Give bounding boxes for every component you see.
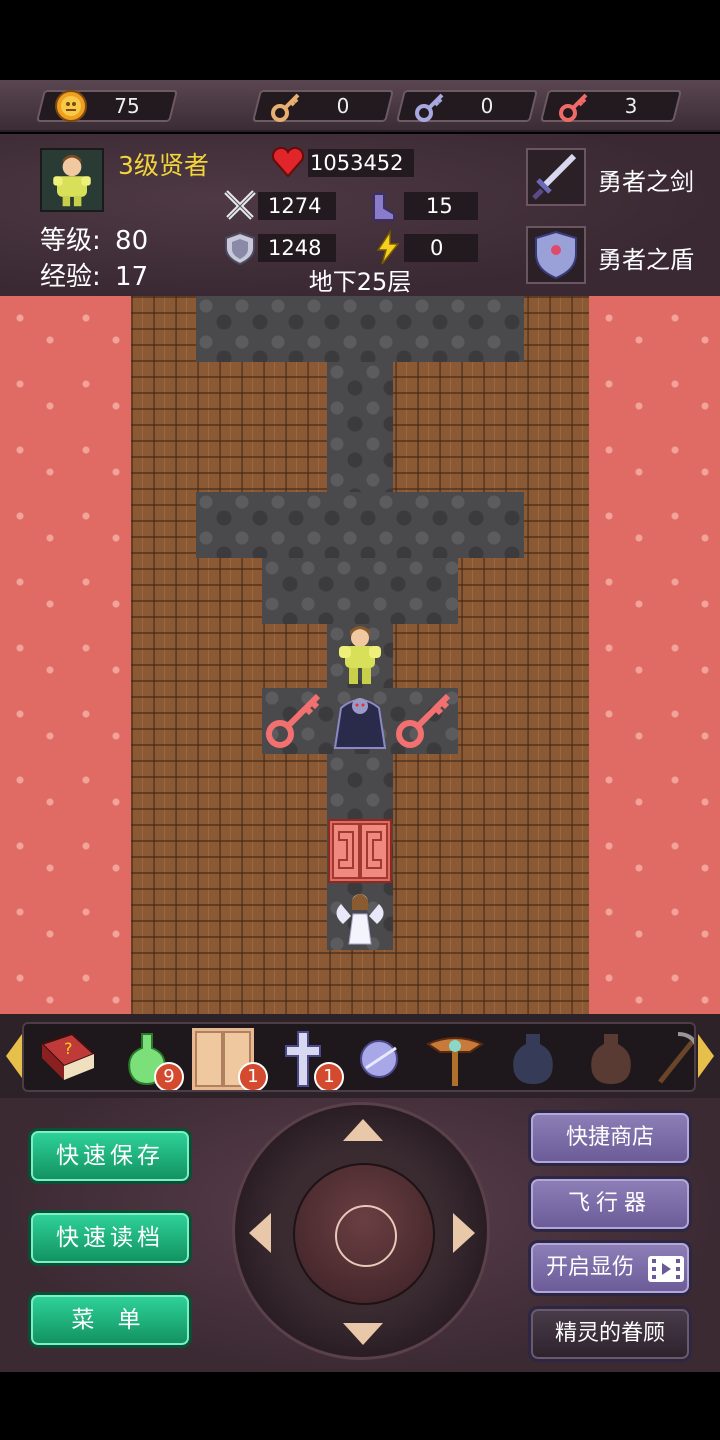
gold-counter: 75 <box>36 90 178 122</box>
item-bar: ? 9 1 1 <box>0 1014 720 1098</box>
stone-path <box>196 296 524 362</box>
stone-path <box>327 362 393 492</box>
red-key-icon <box>559 93 588 122</box>
level-value: 80 <box>115 226 149 256</box>
red-book-icon: ? <box>40 1032 96 1080</box>
magic-defense-value: 15 <box>404 192 478 220</box>
hero-stats-panel: 3级贤者 等级: 80 经验: 17 1053452 1274 15 1248 … <box>0 134 720 296</box>
down-arrow-icon[interactable] <box>343 1323 383 1345</box>
show-damage-label: 开启显伤 <box>545 1255 634 1280</box>
joystick-center-ring <box>335 1205 397 1267</box>
weapon-name: 勇者之剑 <box>598 168 694 196</box>
item-slot[interactable] <box>348 1028 410 1090</box>
item-scroll-right-arrow[interactable] <box>698 1034 714 1078</box>
blue-key-counter: 0 <box>396 90 538 122</box>
svg-text:?: ? <box>64 1039 73 1058</box>
menu-button[interactable]: 菜 单 <box>28 1292 192 1348</box>
level-label: 等级: <box>40 226 101 256</box>
brown-vase-icon <box>591 1034 631 1084</box>
energy-value: 0 <box>404 234 478 262</box>
item-slot[interactable] <box>424 1028 486 1090</box>
quick-shop-button[interactable]: 快捷商店 <box>528 1110 692 1166</box>
item-slot[interactable] <box>654 1028 694 1090</box>
red-key-counter: 3 <box>540 90 682 122</box>
lava-wall-left <box>0 296 131 1014</box>
joystick-knob[interactable] <box>293 1163 435 1305</box>
resource-bar: 75 0 0 3 <box>0 80 720 132</box>
item-scroll-left-arrow[interactable] <box>6 1034 22 1078</box>
direction-pad[interactable] <box>232 1102 490 1360</box>
item-slot[interactable]: ? <box>36 1028 98 1090</box>
fairy-blessing-button[interactable]: 精灵的眷顾 <box>528 1306 692 1362</box>
sword-icon <box>532 153 577 200</box>
item-count-badge: 9 <box>154 1062 184 1090</box>
winged-staff-icon <box>425 1037 485 1086</box>
item-count-badge: 1 <box>314 1062 344 1090</box>
level-row: 等级: 80 <box>40 220 148 257</box>
left-arrow-icon[interactable] <box>249 1213 271 1253</box>
red-key-icon <box>266 693 321 748</box>
hero-title: 3级贤者 <box>118 151 209 180</box>
defense-value: 1248 <box>258 234 336 262</box>
bottom-letterbox <box>0 1372 720 1440</box>
yellow-key-icon <box>271 93 300 122</box>
vampire-monster-icon <box>333 698 387 749</box>
shield-slot[interactable] <box>526 226 586 284</box>
item-slot[interactable]: 1 <box>272 1028 344 1090</box>
blue-key-value: 0 <box>480 94 494 118</box>
exp-value: 17 <box>115 262 149 292</box>
dark-vase-icon <box>513 1034 553 1084</box>
exp-row: 经验: 17 <box>40 256 148 293</box>
blue-key-icon <box>415 93 444 122</box>
attack-value: 1274 <box>258 192 336 220</box>
hero-portrait <box>40 148 104 212</box>
exp-label: 经验: <box>40 262 101 292</box>
stone-path <box>262 558 458 624</box>
show-damage-button[interactable]: 开启显伤 <box>528 1240 692 1296</box>
weapon-slot[interactable] <box>526 148 586 206</box>
hero-sprite-icon <box>339 626 381 684</box>
item-slot[interactable]: 1 <box>192 1028 268 1090</box>
gold-value: 75 <box>114 94 140 118</box>
flyer-button[interactable]: 飞行器 <box>528 1176 692 1232</box>
lava-wall-right <box>589 296 720 1014</box>
pickaxe-icon <box>658 1032 694 1084</box>
shield-name: 勇者之盾 <box>598 246 694 274</box>
quick-load-button[interactable]: 快速读档 <box>28 1210 192 1266</box>
item-slot[interactable] <box>502 1028 564 1090</box>
fairy-npc-icon <box>336 894 384 945</box>
item-slot[interactable]: 9 <box>116 1028 184 1090</box>
lightning-icon <box>376 230 400 265</box>
hp-value: 1053452 <box>308 149 414 177</box>
top-letterbox <box>0 0 720 80</box>
hero-avatar-icon <box>53 154 91 207</box>
stone-path <box>196 492 524 558</box>
attack-swords-icon <box>224 190 256 220</box>
defense-shield-icon <box>225 231 255 266</box>
gold-coin-icon <box>55 90 87 122</box>
shield-icon <box>535 230 577 280</box>
item-strip: ? 9 1 1 <box>22 1022 696 1092</box>
video-ad-icon <box>648 1256 684 1282</box>
up-arrow-icon[interactable] <box>343 1119 383 1141</box>
red-door-icon <box>328 819 392 883</box>
yellow-key-counter: 0 <box>252 90 394 122</box>
heart-icon <box>271 146 305 178</box>
quick-save-button[interactable]: 快速保存 <box>28 1128 192 1184</box>
game-map[interactable] <box>0 296 720 1014</box>
yellow-key-value: 0 <box>336 94 350 118</box>
magic-boots-icon <box>373 193 395 221</box>
floor-label: 地下25层 <box>308 268 412 296</box>
red-key-value: 3 <box>624 94 638 118</box>
orb-icon <box>360 1040 398 1078</box>
item-slot[interactable] <box>580 1028 642 1090</box>
right-arrow-icon[interactable] <box>453 1213 475 1253</box>
item-count-badge: 1 <box>238 1062 268 1090</box>
red-key-icon <box>396 693 451 748</box>
